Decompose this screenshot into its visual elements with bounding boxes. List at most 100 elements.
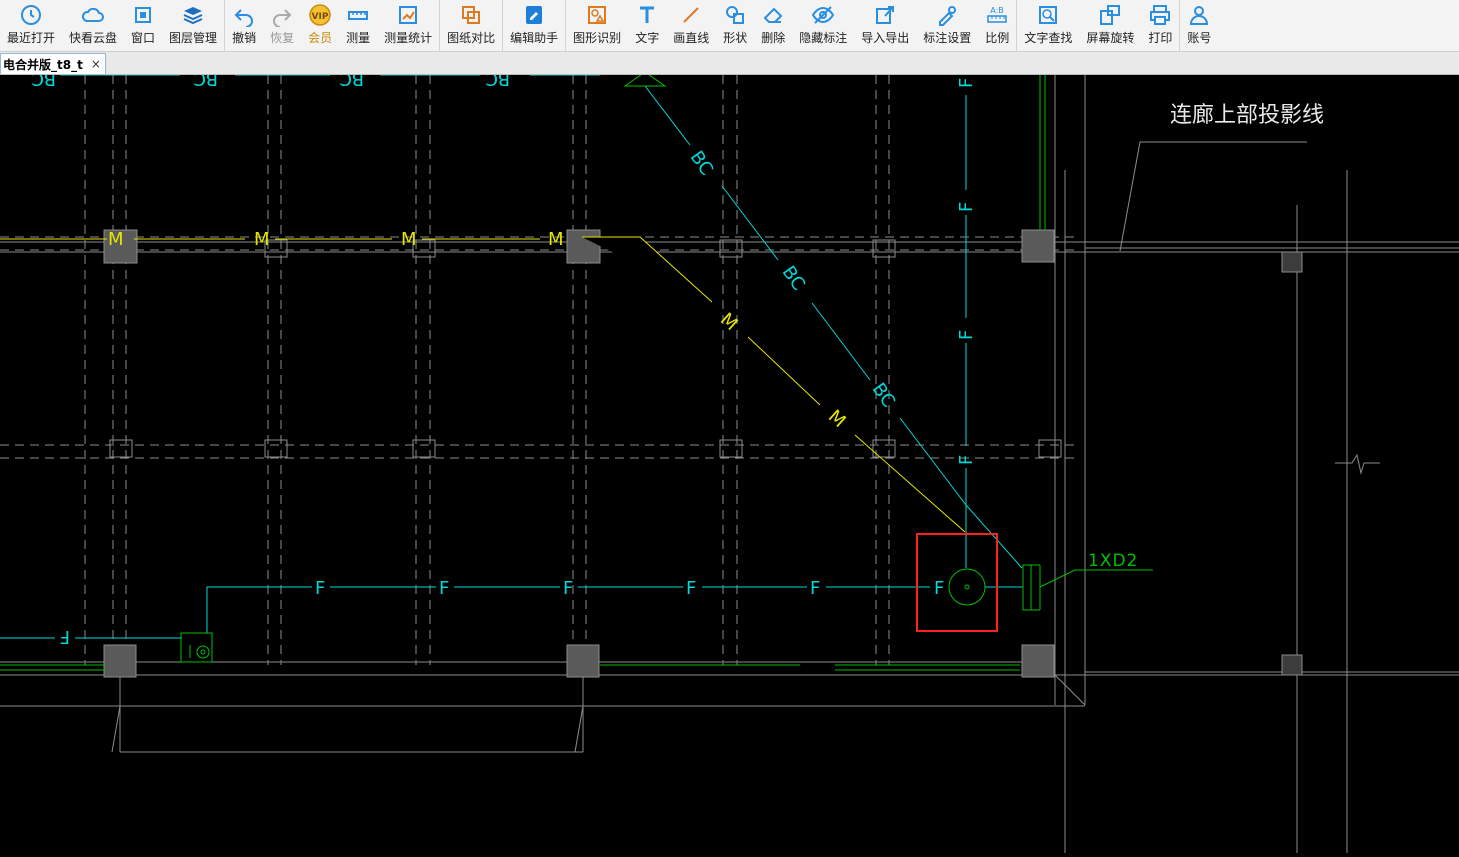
cloud-label: 快看云盘 — [69, 31, 118, 45]
layers-icon — [181, 3, 205, 27]
shape-label: 形状 — [723, 31, 748, 45]
m-wire-labels: M M M M M M — [108, 229, 850, 432]
cad-drawing[interactable]: M M M M M M BC BC BC BC BC BC BC F F F F… — [0, 68, 1459, 853]
text-search-icon — [1036, 3, 1060, 27]
account-button[interactable]: 账号 — [1180, 0, 1218, 51]
cloud-icon — [81, 3, 105, 27]
edit-helper-button[interactable]: 编辑助手 — [503, 0, 565, 51]
vip-label: 会员 — [308, 31, 333, 45]
cloud-button[interactable]: 快看云盘 — [62, 0, 124, 51]
text-icon — [635, 3, 659, 27]
shape-recognize-icon — [585, 3, 609, 27]
rotate-label: 屏幕旋转 — [1086, 31, 1135, 45]
mark-settings-label: 标注设置 — [923, 31, 972, 45]
printer-icon — [1148, 3, 1172, 27]
wire-label-bc: BC — [868, 379, 899, 411]
line-button[interactable]: 画直线 — [666, 0, 716, 51]
layers-button[interactable]: 图层管理 — [162, 0, 224, 51]
toolbar-group: 图纸对比 — [440, 0, 504, 51]
rotate-icon — [1098, 3, 1122, 27]
settings-icon — [935, 3, 959, 27]
text-label: 文字 — [635, 31, 660, 45]
selection-highlight — [916, 533, 998, 632]
account-label: 账号 — [1187, 31, 1212, 45]
compare-button[interactable]: 图纸对比 — [440, 0, 502, 51]
device-circle-symbol[interactable] — [948, 568, 1023, 606]
measure-stats-button[interactable]: 测量统计 — [377, 0, 439, 51]
main-toolbar: 最近打开 快看云盘 窗口 图层管理 撤销 恢复 VIP 会员 测量 测量统计 图纸对比 编辑助手 图形识… — [0, 0, 1459, 52]
window-label: 窗口 — [131, 31, 156, 45]
text-button[interactable]: 文字 — [628, 0, 666, 51]
document-tab-title: 电合并版_t8_t — [3, 57, 83, 72]
toolbar-group: 账号 — [1180, 0, 1218, 51]
toolbar-group: 图形识别 文字 画直线 形状 删除 隐藏标注 导入导出 标注设置 A:B 比例 — [566, 0, 1018, 51]
small-column — [1281, 251, 1303, 273]
shape-recog-button[interactable]: 图形识别 — [566, 0, 628, 51]
m-wire — [0, 236, 966, 533]
shape-recog-label: 图形识别 — [573, 31, 622, 45]
import-export-label: 导入导出 — [861, 31, 910, 45]
toolbar-group: 撤销 恢复 VIP 会员 测量 测量统计 — [225, 0, 441, 51]
wire-label-f: F — [439, 578, 449, 599]
document-tab[interactable]: 电合并版_t8_t × — [0, 53, 106, 74]
wire-label-m: M — [824, 406, 850, 432]
small-column — [1281, 654, 1303, 676]
window-button[interactable]: 窗口 — [124, 0, 162, 51]
wire-label-bc: BC — [339, 75, 364, 89]
structural-column — [1021, 644, 1055, 678]
drawing-canvas[interactable]: M M M M M M BC BC BC BC BC BC BC F F F F… — [0, 68, 1459, 853]
measure-button[interactable]: 测量 — [339, 0, 377, 51]
ruler-icon — [346, 3, 370, 27]
hide-mark-label: 隐藏标注 — [799, 31, 848, 45]
mark-settings-button[interactable]: 标注设置 — [916, 0, 978, 51]
line-icon — [679, 3, 703, 27]
scale-button[interactable]: A:B 比例 — [978, 0, 1016, 51]
line-label: 画直线 — [673, 31, 710, 45]
f-horizontal-wire — [0, 586, 930, 639]
vip-icon: VIP — [308, 3, 332, 27]
structural-column — [566, 644, 600, 678]
text-search-button[interactable]: 文字查找 — [1017, 0, 1079, 51]
recent-label: 最近打开 — [7, 31, 56, 45]
wire-label-m: M — [108, 229, 124, 250]
print-button[interactable]: 打印 — [1141, 0, 1179, 51]
undo-icon — [232, 3, 256, 27]
wire-label-f: F — [563, 578, 573, 599]
junction-box-symbol[interactable] — [180, 632, 213, 663]
green-wall-lines — [0, 75, 1046, 671]
undo-button[interactable]: 撤销 — [225, 0, 263, 51]
hide-mark-button[interactable]: 隐藏标注 — [792, 0, 854, 51]
import-export-button[interactable]: 导入导出 — [854, 0, 916, 51]
chart-icon — [396, 3, 420, 27]
wire-label-f: F — [956, 202, 977, 212]
recent-button[interactable]: 最近打开 — [0, 0, 62, 51]
measure-stats-label: 测量统计 — [384, 31, 433, 45]
redo-button[interactable]: 恢复 — [263, 0, 301, 51]
wire-label-f: F — [60, 626, 70, 647]
structural-grid — [0, 75, 1459, 853]
compare-label: 图纸对比 — [447, 31, 496, 45]
wire-label-f: F — [956, 78, 977, 88]
delete-button[interactable]: 删除 — [754, 0, 792, 51]
structural-column — [1021, 229, 1055, 263]
title-annotation: 连廊上部投影线 — [1170, 103, 1324, 128]
vip-button[interactable]: VIP 会员 — [301, 0, 339, 51]
wire-label-bc: BC — [778, 262, 809, 294]
annotation-leader — [1119, 141, 1307, 252]
document-tab-bar: 电合并版_t8_t × — [0, 52, 1459, 75]
wire-label-f: F — [315, 578, 325, 599]
wire-label-f: F — [934, 578, 944, 599]
wire-label-bc: BC — [31, 75, 56, 89]
edit-helper-label: 编辑助手 — [510, 31, 559, 45]
distribution-box-1xd2[interactable] — [1022, 564, 1153, 611]
shape-button[interactable]: 形状 — [716, 0, 754, 51]
grid-junction — [1038, 439, 1062, 458]
break-line — [1335, 453, 1380, 475]
wire-label-f: F — [956, 455, 977, 465]
rotate-button[interactable]: 屏幕旋转 — [1079, 0, 1141, 51]
wire-label-bc: BC — [485, 75, 510, 89]
close-tab-icon[interactable]: × — [91, 57, 101, 71]
wire-label-f: F — [686, 578, 696, 599]
redo-label: 恢复 — [270, 31, 295, 45]
scale-icon: A:B — [985, 3, 1009, 27]
